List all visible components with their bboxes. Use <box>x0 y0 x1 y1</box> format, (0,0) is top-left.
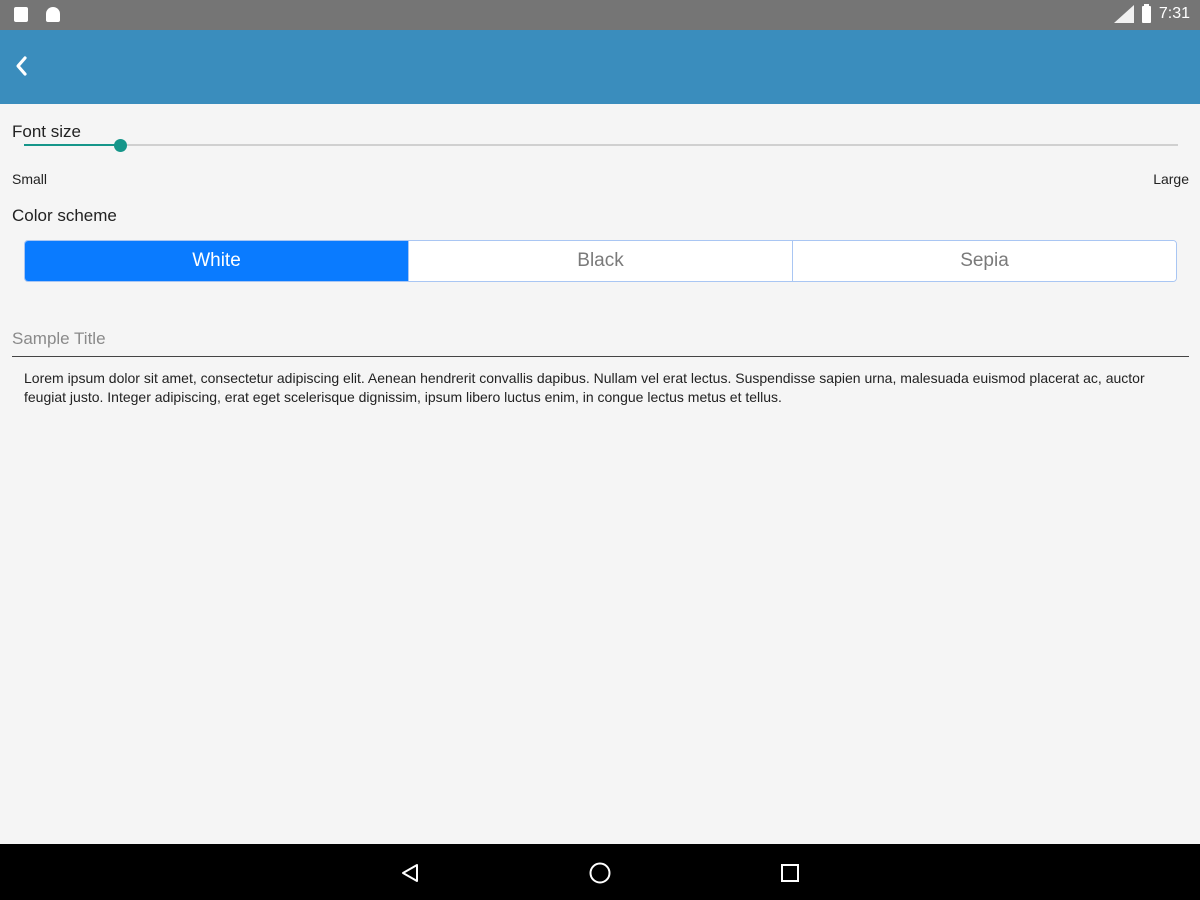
title-divider <box>12 356 1189 357</box>
segment-black[interactable]: Black <box>408 241 792 281</box>
color-scheme-selector: White Black Sepia <box>24 240 1177 282</box>
home-circle-icon <box>589 862 611 884</box>
slider-min-label: Small <box>12 171 48 187</box>
back-triangle-icon <box>402 864 418 882</box>
battery-icon <box>1141 3 1151 23</box>
chevron-left-icon <box>16 56 27 76</box>
slider-fill <box>24 144 120 146</box>
android-icon <box>46 7 60 22</box>
system-icons: 7:31 <box>1113 3 1190 23</box>
sample-title: Sample Title <box>12 329 106 348</box>
sample-body-text: Lorem ipsum dolor sit amet, consectetur … <box>24 370 1145 405</box>
slider-thumb[interactable] <box>113 139 127 152</box>
color-scheme-label: Color scheme <box>12 206 117 225</box>
clock: 7:31 <box>1158 5 1190 22</box>
font-size-slider[interactable] <box>24 138 1178 154</box>
navigation-bar <box>0 844 1200 900</box>
signal-icon <box>1113 5 1134 23</box>
app-bar <box>0 30 1200 104</box>
recents-square-icon <box>781 864 799 882</box>
nav-home-button[interactable] <box>585 858 615 888</box>
notification-icons <box>14 7 60 22</box>
status-bar: 7:31 <box>0 0 1200 30</box>
nav-back-button[interactable] <box>395 858 425 888</box>
slider-max-label: Large <box>1153 171 1189 187</box>
back-button[interactable] <box>6 49 36 83</box>
segment-white[interactable]: White <box>25 241 408 281</box>
segment-sepia[interactable]: Sepia <box>792 241 1176 281</box>
nav-recents-button[interactable] <box>775 858 805 888</box>
sd-card-icon <box>14 7 28 22</box>
slider-track <box>24 144 1178 146</box>
